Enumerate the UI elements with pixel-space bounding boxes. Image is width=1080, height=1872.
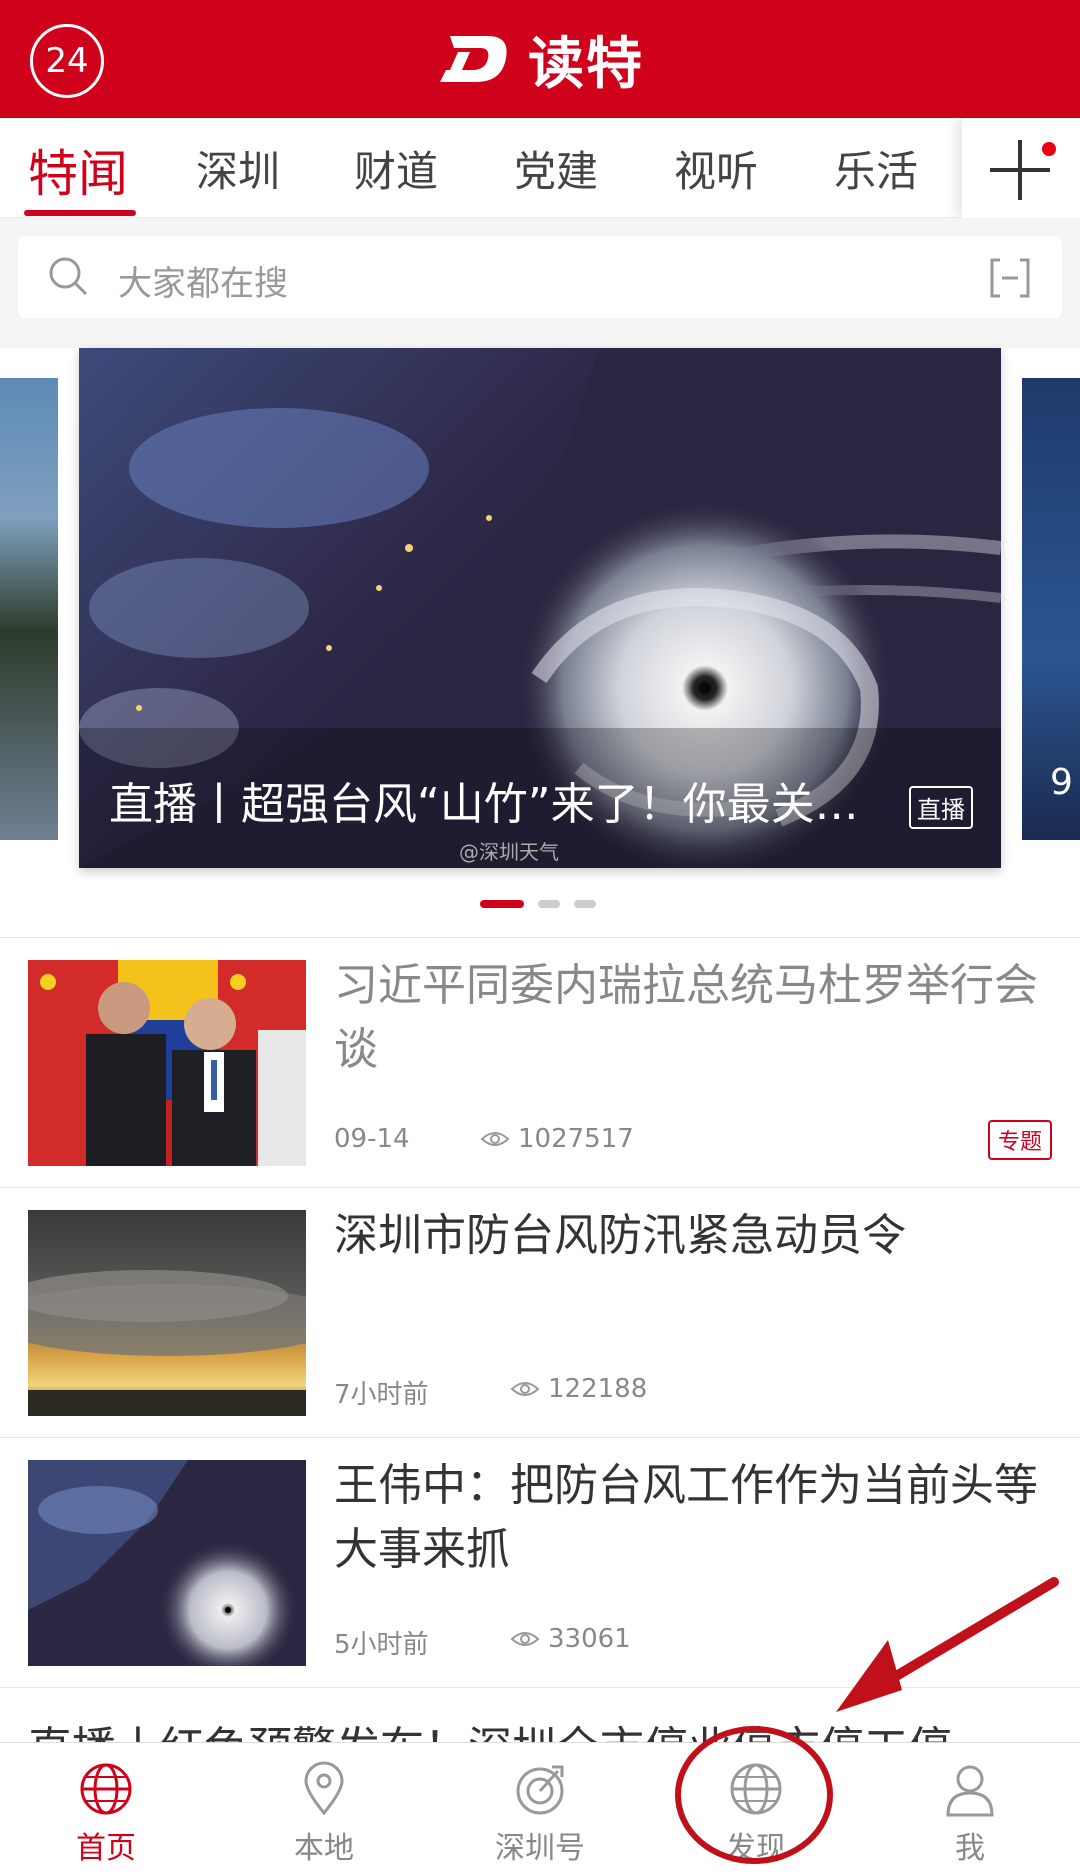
search-icon [49,257,88,296]
app-logo: 读特 [440,22,644,97]
news-item[interactable]: 王伟中：把防台风工作作为当前头等大事来抓 5小时前 33061 [0,1438,1080,1688]
tab-shenzhen[interactable]: 深圳 [196,138,280,199]
person-icon [946,1765,994,1817]
24-hour-badge[interactable]: 24 [30,24,104,98]
search-input[interactable]: 大家都在搜 [18,236,1062,318]
main-slide[interactable]: 直播丨超强台风“山竹”来了！你最关… 直播 @深圳天气 [79,348,1001,868]
view-count: 122188 [510,1374,647,1404]
view-count: 1027517 [480,1124,634,1154]
nav-label: 首页 [76,1831,136,1866]
banner-carousel[interactable]: 9 直播丨超强台风“山竹”来了！你最关… 直播 @深圳天气 [0,348,1080,938]
nav-label: 本地 [294,1831,354,1866]
indicator-dot [538,900,560,908]
news-time: 09-14 [334,1124,410,1154]
tab-shiting[interactable]: 视听 [674,138,758,199]
indicator-dot-active [480,900,524,908]
app-header: 24 读特 [0,0,1080,118]
news-title: 王伟中：把防台风工作作为当前头等大事来抓 [334,1460,1038,1575]
news-time: 5小时前 [334,1630,429,1660]
search-area: 大家都在搜 [0,218,1080,348]
weibo-watermark: @深圳天气 [459,840,559,864]
bottom-navigation: 首页 本地 深圳号 发现 我 [0,1742,1080,1872]
news-item[interactable]: 深圳市防台风防汛紧急动员令 7小时前 122188 [0,1188,1080,1438]
news-item[interactable]: 习近平同委内瑞拉总统马杜罗举行会谈 09-14 1027517 专题 [0,938,1080,1188]
active-tab-underline [24,210,136,216]
news-thumbnail [28,960,306,1166]
nav-me[interactable]: 我 [900,1761,1040,1867]
globe-icon [730,1763,782,1815]
new-dot-indicator [1042,142,1056,156]
tab-lehuo[interactable]: 乐活 [834,138,918,199]
view-count-value: 33061 [548,1624,631,1654]
nav-discover[interactable]: 发现 [686,1761,826,1867]
nav-label: 深圳号 [495,1831,585,1866]
tab-caidao[interactable]: 财道 [354,138,438,199]
eye-icon [510,1632,540,1646]
prev-slide-preview[interactable] [0,378,58,840]
tab-dangjian[interactable]: 党建 [514,138,598,199]
eye-icon [510,1382,540,1396]
topic-tag: 专题 [987,1120,1052,1160]
scan-icon[interactable] [986,254,1034,302]
nav-shenzhen-hao[interactable]: 深圳号 [470,1761,610,1867]
globe-icon [80,1763,132,1815]
view-count: 33061 [510,1624,631,1654]
news-title: 深圳市防台风防汛紧急动员令 [334,1210,906,1261]
news-thumbnail [28,1210,306,1416]
news-item-partial[interactable]: 直播丨红色预警发布！深圳全市停业停市停工停 [0,1690,1080,1742]
logo-text: 读特 [528,31,644,97]
nav-local[interactable]: 本地 [254,1761,394,1867]
live-tag: 直播 [909,786,973,829]
slide-caption: 直播丨超强台风“山竹”来了！你最关… [109,779,859,830]
news-thumbnail [28,1460,306,1666]
next-slide-caption: 9 [1050,762,1073,803]
view-count-value: 122188 [548,1374,648,1404]
logo-d-icon [440,36,507,82]
news-time: 7小时前 [334,1380,429,1410]
target-icon [516,1765,564,1815]
nav-label: 发现 [726,1831,786,1866]
tab-tewen[interactable]: 特闻 [28,134,128,206]
news-title: 习近平同委内瑞拉总统马杜罗举行会谈 [334,960,1038,1075]
eye-icon [480,1132,510,1146]
channel-tabs: 特闻 深圳 财道 党建 视听 乐活 [0,118,1080,218]
search-placeholder: 大家都在搜 [118,264,288,304]
location-pin-icon [304,1761,344,1816]
nav-home[interactable]: 首页 [36,1761,176,1867]
view-count-value: 1027517 [518,1124,634,1154]
add-channel-button[interactable] [962,118,1080,218]
nav-label: 我 [955,1831,985,1866]
indicator-dot [574,900,596,908]
news-title: 直播丨红色预警发布！深圳全市停业停市停工停 [28,1712,952,1742]
